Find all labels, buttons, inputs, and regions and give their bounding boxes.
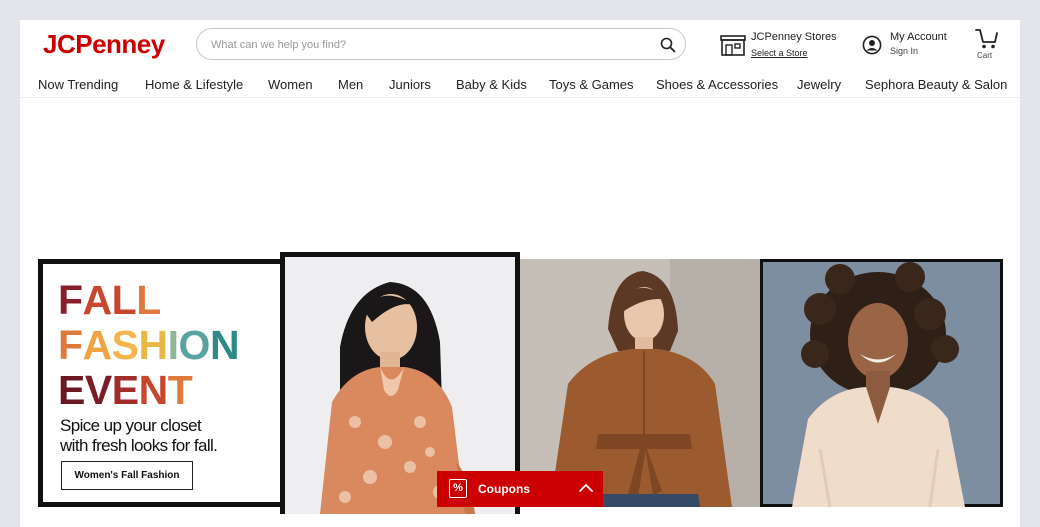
account-icon: [862, 35, 882, 55]
search-input[interactable]: [211, 36, 641, 54]
tagline-line: Spice up your closet: [60, 416, 202, 435]
cart-button[interactable]: Cart: [972, 28, 1002, 62]
nav-juniors[interactable]: Juniors: [389, 77, 431, 92]
headline-line: FALL: [58, 278, 239, 323]
nav-women[interactable]: Women: [268, 77, 313, 92]
hero-tagline: Spice up your closet with fresh looks fo…: [60, 416, 218, 456]
headline: FALL FASHION EVENT: [58, 278, 240, 413]
nav-baby-kids[interactable]: Baby & Kids: [456, 77, 527, 92]
select-store-link[interactable]: Select a Store: [751, 48, 808, 58]
nav-men[interactable]: Men: [338, 77, 363, 92]
hero-photo-leather-jacket[interactable]: [520, 259, 760, 507]
coupons-label: Coupons: [478, 482, 530, 496]
nav-sephora-beauty-salon[interactable]: Sephora Beauty & Salon: [865, 77, 1007, 92]
chevron-up-icon[interactable]: [579, 483, 593, 493]
account-menu[interactable]: My Account Sign In: [862, 30, 982, 60]
nav-shoes-accessories[interactable]: Shoes & Accessories: [656, 77, 778, 92]
headline-letter: N: [138, 367, 169, 413]
headline-letter: F: [58, 277, 83, 323]
promo-tile: FALL FASHION EVENT Spice up your closet …: [38, 259, 285, 507]
headline-letter: A: [82, 322, 113, 368]
headline-letter: N: [209, 322, 240, 368]
headline-line: EVENT: [58, 368, 239, 413]
search-bar[interactable]: [196, 28, 686, 60]
percent-icon: %: [449, 479, 467, 498]
page: JCPenney JCPenney Stores Select a Store …: [20, 20, 1020, 527]
headline-letter: L: [111, 277, 137, 323]
hero-photo-cream-sweater[interactable]: [760, 259, 1003, 507]
headline-letter: E: [58, 367, 85, 413]
stores-title: JCPenney Stores: [751, 31, 837, 43]
headline-letter: E: [111, 367, 139, 413]
nav-jewelry[interactable]: Jewelry: [797, 77, 841, 92]
headline-letter: H: [138, 322, 169, 368]
headline-letter: L: [136, 277, 161, 323]
cart-icon: [975, 29, 998, 49]
store-icon: [720, 35, 746, 56]
headline-letter: S: [111, 322, 139, 368]
main-nav: Now Trending Home & Lifestyle Women Men …: [20, 75, 1020, 97]
search-icon[interactable]: [659, 36, 677, 54]
headline-letter: V: [84, 367, 112, 413]
headline-letter: F: [58, 322, 83, 368]
tagline-line: with fresh looks for fall.: [60, 436, 218, 455]
nav-home-lifestyle[interactable]: Home & Lifestyle: [145, 77, 243, 92]
sign-in-link[interactable]: Sign In: [890, 46, 918, 56]
headline-letter: A: [82, 277, 113, 323]
store-locator[interactable]: JCPenney Stores Select a Store: [720, 30, 840, 60]
nav-now-trending[interactable]: Now Trending: [38, 77, 118, 92]
nav-divider: [20, 97, 1020, 98]
nav-toys-games[interactable]: Toys & Games: [549, 77, 634, 92]
account-title: My Account: [890, 31, 947, 43]
womens-fall-fashion-button[interactable]: Women's Fall Fashion: [61, 461, 193, 490]
headline-letter: O: [178, 322, 211, 368]
headline-line: FASHION: [58, 322, 240, 368]
jcpenney-logo[interactable]: JCPenney: [43, 29, 165, 60]
cart-label: Cart: [977, 51, 993, 60]
headline-letter: T: [167, 367, 193, 413]
headline-letter: I: [167, 322, 179, 368]
coupons-tab[interactable]: % Coupons: [437, 471, 603, 507]
